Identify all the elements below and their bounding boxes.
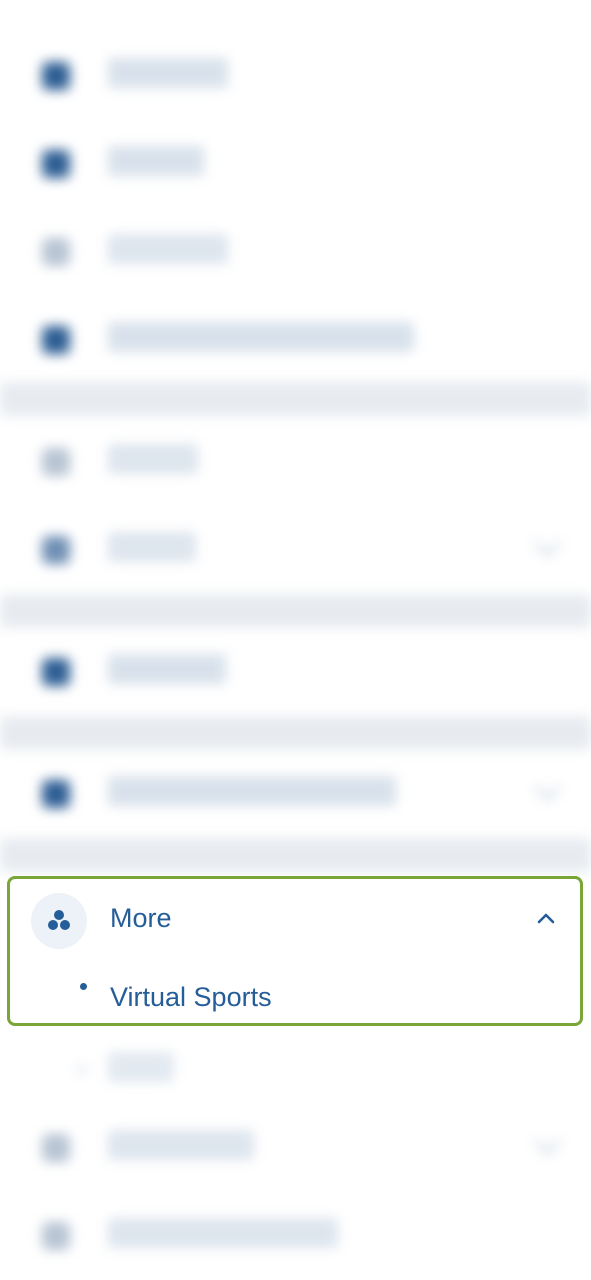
blurred-item-label <box>108 776 396 806</box>
chevron-up-icon[interactable] <box>534 907 558 931</box>
side-menu-screen: More Virtual Sports <box>0 0 591 1280</box>
submenu-item-virtual-sports[interactable]: Virtual Sports <box>10 961 580 1023</box>
blurred-menu-item <box>0 50 591 102</box>
blurred-item-label <box>108 234 228 264</box>
more-icon <box>31 893 87 949</box>
blurred-chevron-icon <box>534 774 561 801</box>
blurred-item-icon <box>42 780 70 808</box>
blurred-item-label <box>108 146 204 176</box>
blurred-item-icon <box>42 62 70 90</box>
blurred-menu-item <box>0 138 591 190</box>
blurred-item-icon <box>42 150 70 178</box>
blurred-item-label <box>108 58 228 88</box>
blurred-menu-item <box>0 1210 591 1262</box>
blurred-menu-item <box>0 436 591 488</box>
blurred-section-header <box>0 838 591 872</box>
blurred-item-label <box>108 444 198 474</box>
blurred-section-header <box>0 382 591 416</box>
blurred-section-header <box>0 594 591 628</box>
blurred-menu-item <box>0 524 591 576</box>
blurred-item-icon <box>42 1222 70 1250</box>
more-menu-label: More <box>110 903 172 933</box>
blurred-item-icon <box>42 536 70 564</box>
blurred-item-label <box>108 1130 254 1160</box>
blurred-item-label <box>108 1218 338 1248</box>
blurred-section-header <box>0 716 591 750</box>
blurred-menu-item <box>0 1122 591 1174</box>
blurred-menu-background <box>0 0 591 1280</box>
blurred-menu-item <box>0 646 591 698</box>
blurred-bullet <box>78 1066 85 1073</box>
blurred-item-icon <box>42 448 70 476</box>
blurred-chevron-icon <box>534 1128 561 1155</box>
blurred-menu-item <box>0 314 591 366</box>
blurred-item-label <box>108 654 226 684</box>
blurred-menu-item <box>0 768 591 820</box>
blurred-item-icon <box>42 1134 70 1162</box>
three-dots-cluster-icon <box>48 910 70 930</box>
blurred-item-icon <box>42 658 70 686</box>
blurred-item-label <box>108 1052 174 1082</box>
blurred-item-label <box>108 532 196 562</box>
blurred-menu-item <box>0 226 591 278</box>
blurred-item-label <box>108 322 414 352</box>
bullet-icon <box>80 983 87 990</box>
more-menu-header[interactable]: More <box>10 879 580 961</box>
blurred-menu-item <box>0 1044 591 1096</box>
submenu-item-label: Virtual Sports <box>110 982 272 1012</box>
more-menu-section: More Virtual Sports <box>7 876 583 1026</box>
blurred-chevron-icon <box>534 530 561 557</box>
blurred-item-icon <box>42 238 70 266</box>
blurred-item-icon <box>42 326 70 354</box>
